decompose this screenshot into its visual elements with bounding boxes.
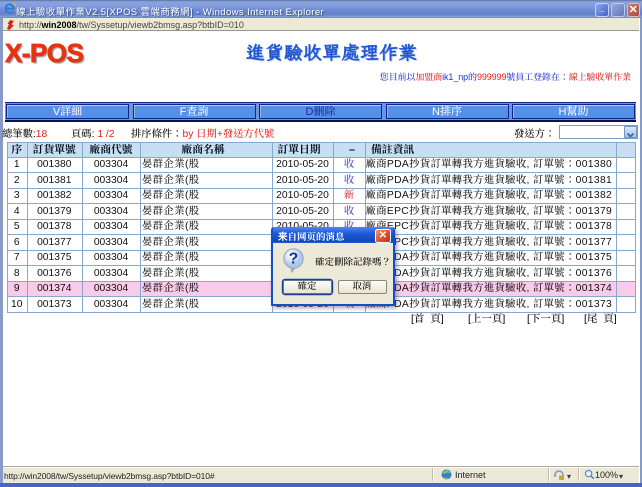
svg-text:?: ?	[289, 251, 298, 268]
